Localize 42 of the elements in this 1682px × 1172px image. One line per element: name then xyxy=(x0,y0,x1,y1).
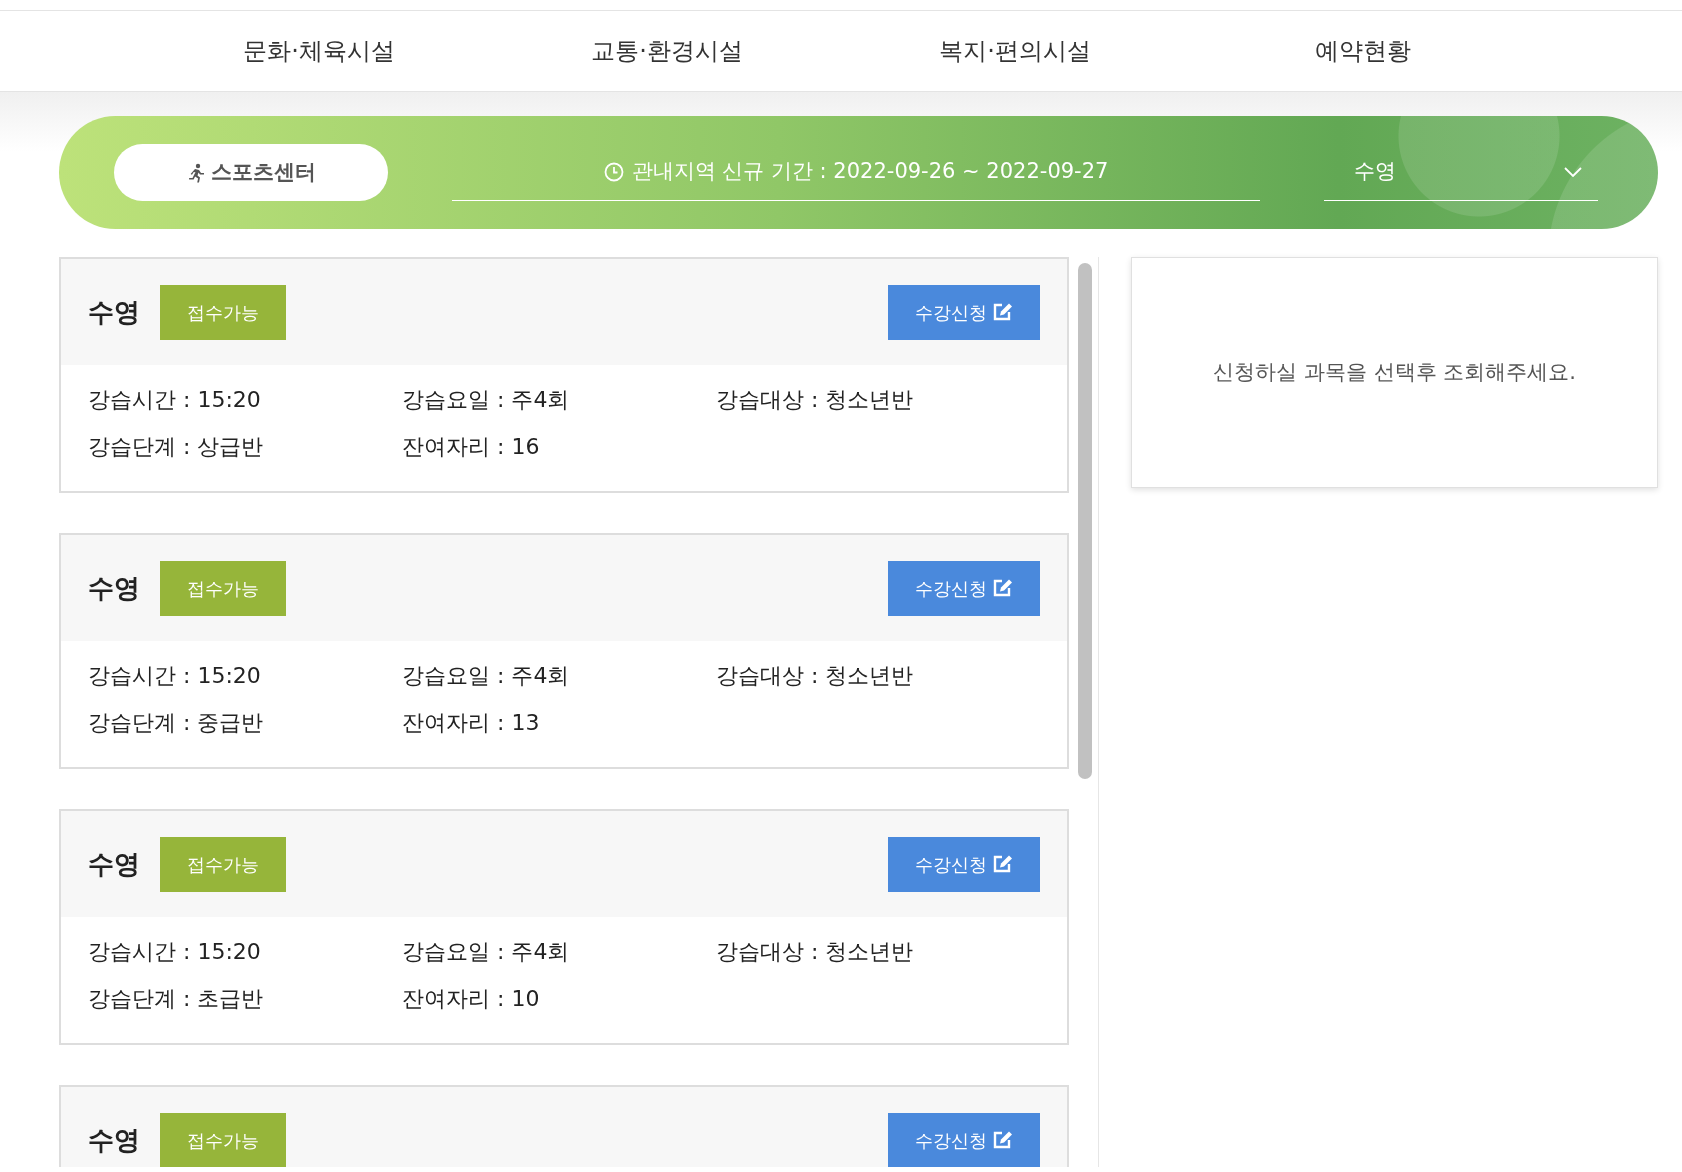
course-info: 강습시간 : 15:20 xyxy=(88,938,262,966)
status-label: 접수가능 xyxy=(160,1112,286,1167)
nav-link[interactable]: 복지·편의시설 xyxy=(841,33,1189,69)
chevron-down-icon xyxy=(1564,167,1582,177)
course-info: 강습단계 : 초급반 xyxy=(88,985,265,1013)
course-info: 강습단계 : 중급반 xyxy=(88,709,265,737)
info-message: 신청하실 과목을 선택후 조회해주세요. xyxy=(1213,358,1576,386)
course-info: 강습대상 : 청소년반 xyxy=(716,662,915,690)
course-info: 강습요일 : 주4회 xyxy=(402,386,571,414)
course-info: 강습대상 : 청소년반 xyxy=(716,938,915,966)
course-title: 수영 xyxy=(88,1123,140,1157)
facility-button[interactable]: 스포츠센터 xyxy=(114,144,388,201)
apply-button[interactable]: 수강신청 xyxy=(888,1112,1041,1167)
apply-button[interactable]: 수강신청 xyxy=(888,284,1041,340)
course-info: 잔여자리 : 13 xyxy=(402,709,541,737)
apply-button[interactable]: 수강신청 xyxy=(888,560,1041,616)
edit-icon xyxy=(993,855,1014,873)
course-info: 강습요일 : 주4회 xyxy=(402,662,571,690)
edit-icon xyxy=(993,579,1014,597)
nav-link[interactable]: 교통·환경시설 xyxy=(493,33,841,69)
course-title: 수영 xyxy=(88,847,140,881)
course-info: 강습요일 : 주4회 xyxy=(402,938,571,966)
apply-button[interactable]: 수강신청 xyxy=(888,836,1041,892)
course-info: 강습시간 : 15:20 xyxy=(88,662,262,690)
status-label: 접수가능 xyxy=(160,284,286,340)
course-info: 잔여자리 : 16 xyxy=(402,433,541,461)
status-label: 접수가능 xyxy=(160,560,286,616)
nav-link[interactable]: 문화·체육시설 xyxy=(145,33,493,69)
runner-icon xyxy=(186,162,205,183)
course-info: 강습시간 : 15:20 xyxy=(88,386,262,414)
clock-icon xyxy=(603,162,624,182)
course-title: 수영 xyxy=(88,571,140,605)
course-info: 강습단계 : 상급반 xyxy=(88,433,265,461)
course-info: 강습대상 : 청소년반 xyxy=(716,386,915,414)
select-value: 수영 xyxy=(1354,158,1396,186)
edit-icon xyxy=(993,1131,1014,1149)
nav-link[interactable]: 예약현황 xyxy=(1189,33,1537,69)
edit-icon xyxy=(993,303,1014,321)
course-title: 수영 xyxy=(88,295,140,329)
status-label: 접수가능 xyxy=(160,836,286,892)
course-info: 잔여자리 : 10 xyxy=(402,985,541,1013)
period-text: 관내지역 신규 기간 : 2022-09-26 ~ 2022-09-27 xyxy=(631,158,1109,186)
